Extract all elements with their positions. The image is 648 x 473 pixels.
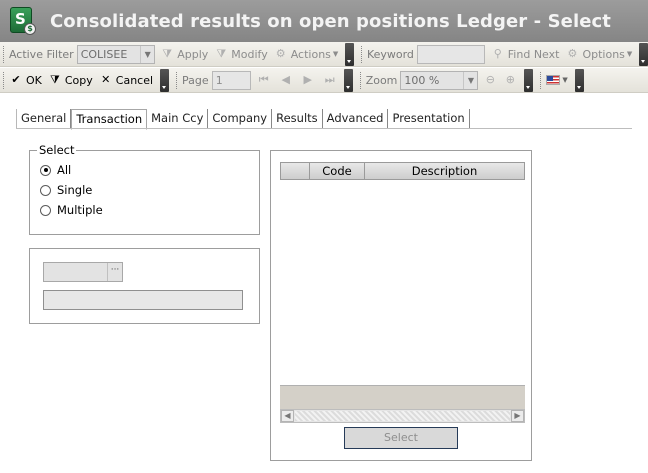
active-filter-value: COLISEE: [80, 47, 128, 61]
scroll-left-icon[interactable]: ◀: [281, 410, 294, 422]
chevron-down-icon: ▼: [140, 45, 154, 63]
modify-label: Modify: [231, 47, 268, 61]
cancel-button[interactable]: ✕ Cancel: [99, 73, 153, 87]
toolbar-overflow-button[interactable]: [345, 42, 354, 66]
toolbar-grip[interactable]: [3, 71, 6, 89]
funnel-edit-icon: ⧩: [216, 47, 227, 60]
scroll-right-icon[interactable]: ▶: [511, 410, 524, 422]
zoom-value: 100 %: [404, 73, 440, 87]
grid-header-code[interactable]: Code: [309, 162, 365, 180]
active-filter-combo[interactable]: COLISEE ▼: [76, 44, 156, 64]
toolbar-grip[interactable]: [361, 45, 364, 63]
previous-page-icon[interactable]: ◀: [279, 73, 293, 87]
toolbar-overflow-button[interactable]: [343, 68, 353, 92]
gear-icon: ⚙: [275, 47, 286, 60]
checkmark-icon: ✔: [11, 73, 21, 86]
us-flag-icon: [546, 75, 561, 85]
tab-results[interactable]: Results: [272, 109, 323, 129]
zoom-in-icon[interactable]: ⊕: [503, 73, 517, 87]
radio-button[interactable]: [40, 184, 51, 196]
app-logo-icon: S $: [10, 7, 36, 35]
toolbar-overflow-button[interactable]: [639, 42, 648, 66]
ok-button[interactable]: ✔ OK: [9, 73, 42, 87]
keyword-label: Keyword: [366, 47, 414, 61]
toolbar-overflow-button[interactable]: [574, 68, 584, 92]
keyword-input[interactable]: [416, 44, 485, 64]
actions-menu-button[interactable]: ⚙ Actions ▼: [274, 47, 339, 61]
select-group-title: Select: [37, 143, 77, 157]
find-next-label: Find Next: [507, 47, 560, 61]
zoom-label: Zoom: [365, 73, 398, 87]
actions-label: Actions: [290, 47, 331, 61]
tab-main-ccy[interactable]: Main Ccy: [147, 109, 209, 129]
copy-label: Copy: [64, 73, 93, 87]
tab-divider: [16, 128, 632, 129]
filter-toolbar: Active Filter COLISEE ▼ ⧩ Apply ⧩ Modify…: [0, 42, 648, 67]
select-group: Select All Single Multiple: [29, 143, 260, 235]
description-field[interactable]: [43, 290, 243, 310]
radio-all[interactable]: All: [40, 163, 71, 177]
active-filter-label: Active Filter: [8, 47, 74, 61]
horizontal-scrollbar[interactable]: ◀ ▶: [280, 409, 525, 423]
radio-label: Multiple: [57, 203, 103, 217]
tab-presentation[interactable]: Presentation: [388, 109, 470, 129]
zoom-out-icon[interactable]: ⊖: [483, 73, 497, 87]
options-menu-button[interactable]: ⚙ Options ▼: [565, 47, 633, 61]
ellipsis-icon[interactable]: ···: [107, 263, 122, 281]
dropdown-arrow-icon: ▼: [626, 50, 633, 58]
cancel-label: Cancel: [115, 73, 154, 87]
page-input[interactable]: 1: [211, 70, 251, 90]
code-lookup-group: ···: [29, 248, 260, 324]
language-menu-button[interactable]: ▼: [546, 75, 568, 85]
tab-transaction[interactable]: Transaction: [71, 109, 148, 130]
close-icon: ✕: [101, 73, 111, 86]
toolbar-grip[interactable]: [176, 71, 179, 89]
radio-label: All: [57, 163, 72, 177]
first-page-icon[interactable]: ⏮: [257, 73, 271, 87]
scroll-track[interactable]: [295, 411, 510, 421]
binoculars-icon: ⚲: [493, 47, 502, 60]
radio-single[interactable]: Single: [40, 183, 92, 197]
apply-button[interactable]: ⧩ Apply: [160, 47, 208, 61]
dropdown-arrow-icon: ▼: [562, 76, 568, 84]
grid-footer: [280, 385, 525, 409]
tab-advanced[interactable]: Advanced: [323, 109, 389, 129]
options-label: Options: [582, 47, 625, 61]
toolbar-overflow-button[interactable]: [524, 68, 534, 92]
modify-button[interactable]: ⧩ Modify: [214, 47, 267, 61]
page-label: Page: [182, 73, 209, 87]
zoom-combo[interactable]: 100 % ▼: [400, 70, 479, 90]
action-toolbar: ✔ OK ⧩ Copy ✕ Cancel Page 1 ⏮ ◀ ▶ ⏭ Zoom…: [0, 68, 648, 93]
apply-label: Apply: [177, 47, 209, 61]
radio-button[interactable]: [40, 204, 51, 216]
radio-label: Single: [57, 183, 93, 197]
toolbar-grip[interactable]: [540, 71, 543, 89]
tab-strip: General Transaction Main Ccy Company Res…: [16, 109, 470, 130]
grid-header-selector[interactable]: [280, 162, 310, 180]
radio-multiple[interactable]: Multiple: [40, 203, 103, 217]
title-bar: S $ Consolidated results on open positio…: [0, 0, 648, 42]
select-button[interactable]: Select: [344, 427, 458, 449]
selection-grid-panel: Code Description ◀ ▶ Select: [270, 150, 532, 461]
funnel-copy-icon: ⧩: [49, 73, 60, 86]
toolbar-grip[interactable]: [359, 71, 363, 89]
chevron-down-icon: ▼: [463, 71, 477, 89]
find-next-button[interactable]: ⚲ Find Next: [491, 47, 560, 61]
radio-button[interactable]: [40, 164, 51, 176]
last-page-icon[interactable]: ⏭: [323, 73, 337, 87]
code-lookup-field[interactable]: ···: [43, 262, 123, 282]
grid-header-description[interactable]: Description: [364, 162, 525, 180]
tab-company[interactable]: Company: [208, 109, 273, 129]
copy-button[interactable]: ⧩ Copy: [48, 73, 93, 87]
ok-label: OK: [26, 73, 42, 87]
toolbar-overflow-button[interactable]: [160, 68, 170, 92]
selection-grid[interactable]: Code Description: [280, 162, 525, 423]
funnel-check-icon: ⧩: [162, 47, 173, 60]
gear-icon: ⚙: [567, 47, 578, 60]
toolbar-grip[interactable]: [3, 45, 6, 63]
window-title: Consolidated results on open positions L…: [50, 10, 611, 32]
tab-general[interactable]: General: [16, 109, 72, 129]
dropdown-arrow-icon: ▼: [332, 50, 339, 58]
next-page-icon[interactable]: ▶: [301, 73, 315, 87]
